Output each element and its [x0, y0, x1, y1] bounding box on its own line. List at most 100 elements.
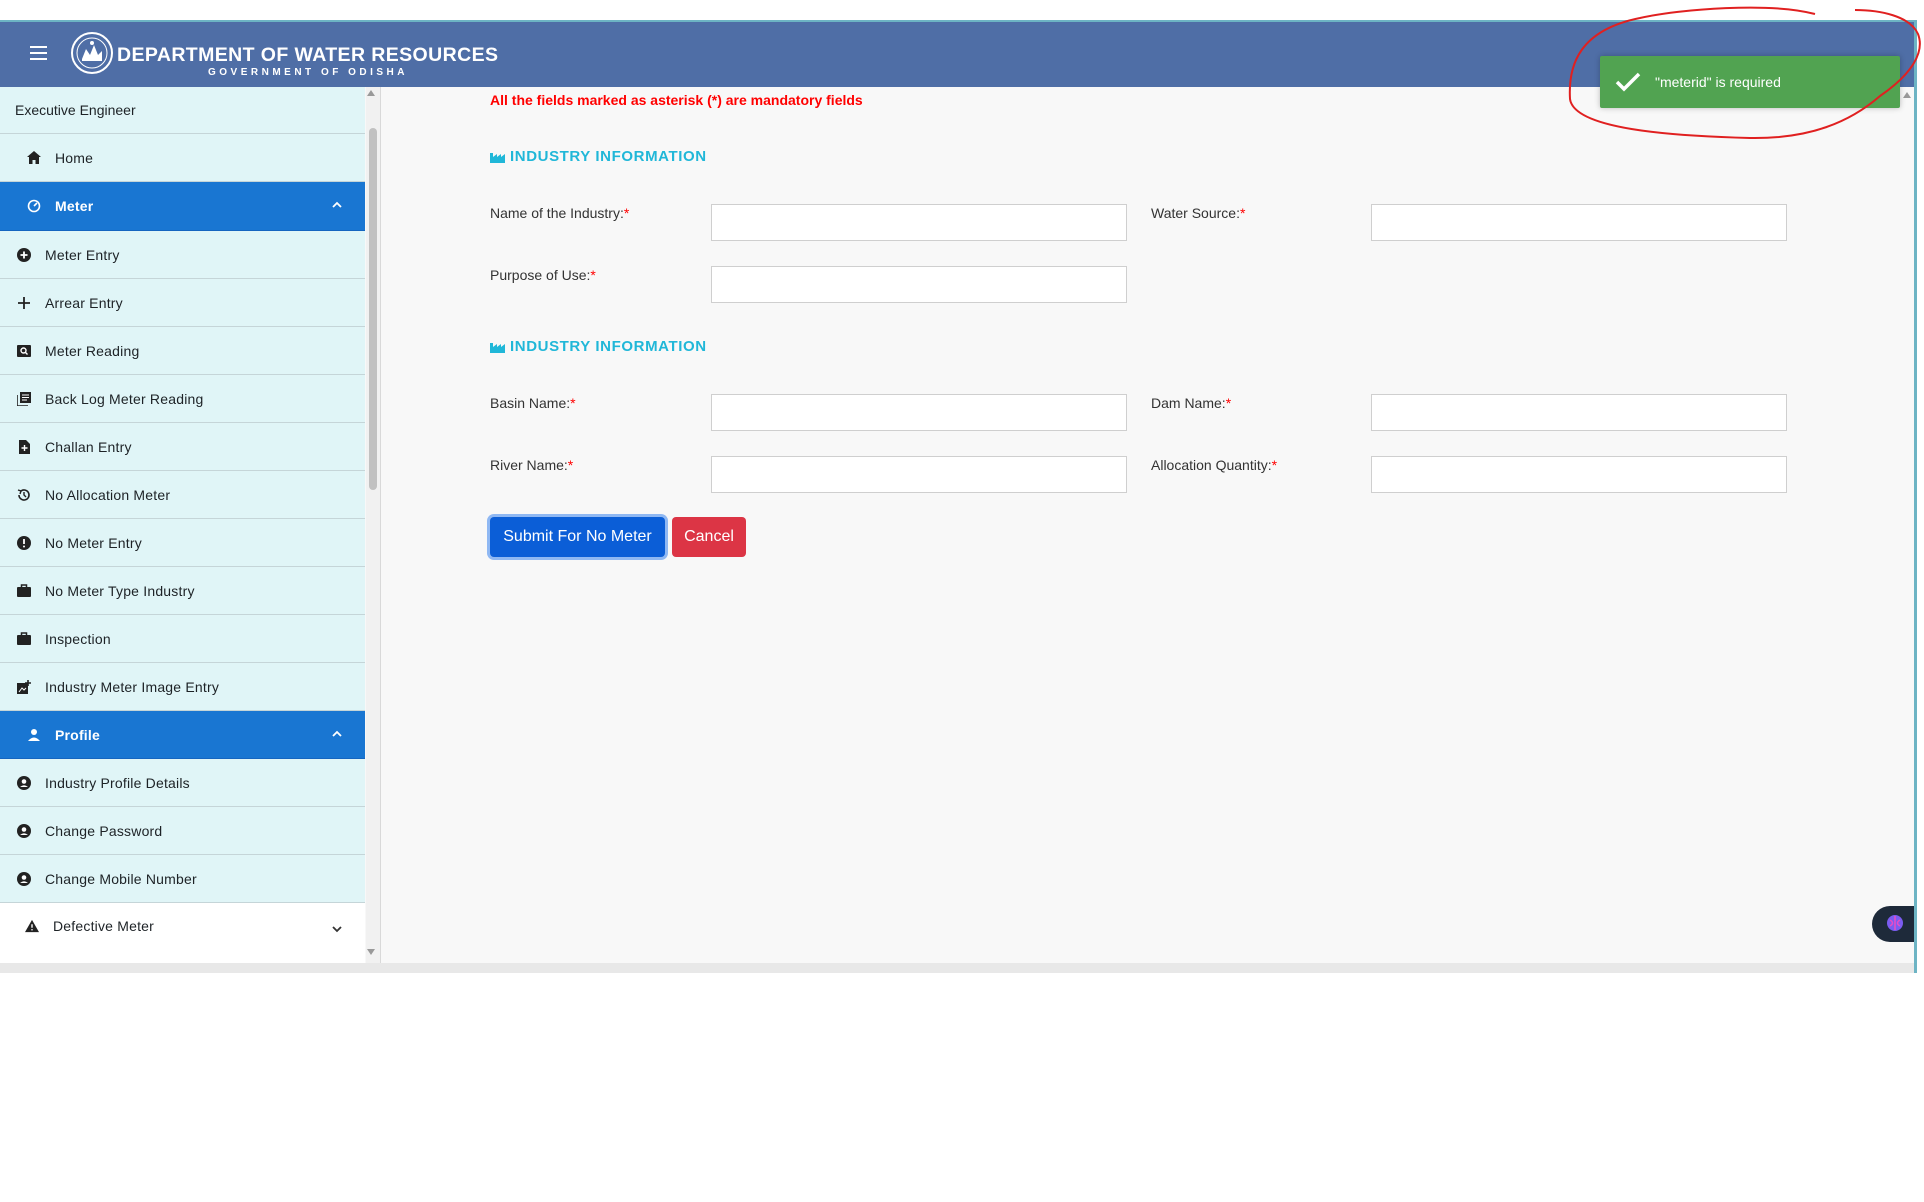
industry-name-input[interactable]: [711, 204, 1127, 241]
purpose-input[interactable]: [711, 266, 1127, 303]
label-text: Allocation Quantity:: [1151, 457, 1272, 473]
sidebar-item-label: Inspection: [45, 630, 111, 647]
chevron-up-icon: [332, 730, 342, 737]
water-source-input[interactable]: [1371, 204, 1787, 241]
scroll-up-arrow-icon[interactable]: [367, 90, 375, 96]
user-role: Executive Engineer: [0, 87, 365, 134]
label-text: Name of the Industry:: [490, 205, 624, 221]
basin-name-label: Basin Name:*: [490, 395, 576, 411]
sidebar-group-label: Meter: [55, 198, 94, 214]
sidebar-group-meter[interactable]: Meter: [0, 182, 365, 231]
sidebar-item-label: No Allocation Meter: [45, 486, 171, 503]
river-name-input[interactable]: [711, 456, 1127, 493]
sidebar-scrollbar-thumb[interactable]: [369, 128, 377, 490]
chevron-up-icon: [332, 201, 342, 208]
mandatory-fields-notice: All the fields marked as asterisk (*) ar…: [490, 92, 863, 108]
sidebar-group-profile[interactable]: Profile: [0, 711, 365, 759]
required-mark: *: [623, 205, 630, 221]
add-photo-icon: [17, 679, 31, 694]
sidebar-item-label: Challan Entry: [45, 438, 132, 455]
sidebar-item-label: Meter Reading: [45, 342, 140, 359]
plus-circle-icon: [17, 247, 31, 262]
sidebar-item-inspection[interactable]: Inspection: [0, 615, 365, 663]
required-mark: *: [570, 395, 576, 411]
cancel-button[interactable]: Cancel: [672, 517, 746, 557]
section-title-industry: INDUSTRY INFORMATION: [490, 148, 707, 165]
purpose-label: Purpose of Use:*: [490, 267, 596, 283]
water-source-label: Water Source:*: [1151, 205, 1245, 221]
sidebar-item-label: Industry Profile Details: [45, 774, 190, 791]
person-icon: [27, 728, 41, 742]
dam-name-label: Dam Name:*: [1151, 395, 1231, 411]
sidebar-item-home[interactable]: Home: [0, 134, 365, 182]
sidebar-item-label: No Meter Entry: [45, 534, 142, 551]
briefcase-icon: [17, 584, 31, 598]
label-text: Purpose of Use:: [490, 267, 591, 283]
sidebar-item-no-meter-type-industry[interactable]: No Meter Type Industry: [0, 567, 365, 615]
department-subtitle: GOVERNMENT OF ODISHA: [208, 67, 409, 78]
label-text: Basin Name:: [490, 395, 571, 411]
warning-icon: [25, 919, 39, 933]
required-mark: *: [1271, 457, 1278, 473]
briefcase-icon: [17, 632, 31, 646]
sidebar-item-label: Meter Entry: [45, 246, 120, 263]
sidebar-item-meter-entry[interactable]: Meter Entry: [0, 231, 365, 279]
alert-circle-icon: [17, 535, 31, 550]
sidebar-item-meter-image-entry[interactable]: Industry Meter Image Entry: [0, 663, 365, 711]
sidebar-divider: [380, 87, 381, 963]
sidebar-item-industry-profile[interactable]: Industry Profile Details: [0, 759, 365, 807]
factory-icon: [490, 152, 505, 163]
section-title-text: INDUSTRY INFORMATION: [510, 148, 707, 165]
label-text: River Name:: [490, 457, 568, 473]
sidebar-item-label: Industry Meter Image Entry: [45, 678, 220, 695]
required-mark: *: [1225, 395, 1232, 411]
toast-message: "meterid" is required: [1655, 74, 1781, 90]
sidebar-item-challan-entry[interactable]: Challan Entry: [0, 423, 365, 471]
account-circle-icon: [17, 823, 31, 838]
menu-icon[interactable]: [30, 46, 47, 60]
footer-strip: [0, 963, 1914, 973]
library-books-icon: [17, 391, 31, 406]
page-scroll-up-arrow-icon[interactable]: [1903, 92, 1911, 98]
app-window: DEPARTMENT OF WATER RESOURCES GOVERNMENT…: [0, 20, 1917, 973]
sidebar-item-no-meter-entry[interactable]: No Meter Entry: [0, 519, 365, 567]
section-title-industry-2: INDUSTRY INFORMATION: [490, 338, 707, 355]
sidebar-group-label: Defective Meter: [53, 918, 155, 934]
checkmark-icon: [1615, 72, 1641, 92]
sidebar-item-backlog-reading[interactable]: Back Log Meter Reading: [0, 375, 365, 423]
allocation-quantity-label: Allocation Quantity:*: [1151, 457, 1277, 473]
odisha-emblem-icon: [71, 32, 113, 74]
label-text: Dam Name:: [1151, 395, 1226, 411]
sidebar-item-label: No Meter Type Industry: [45, 582, 195, 599]
sidebar-item-arrear-entry[interactable]: Arrear Entry: [0, 279, 365, 327]
required-mark: *: [590, 267, 596, 283]
dam-name-input[interactable]: [1371, 394, 1787, 431]
scroll-down-arrow-icon[interactable]: [367, 949, 375, 955]
sidebar-group-defective-meter[interactable]: Defective Meter: [0, 903, 365, 949]
plus-icon: [17, 296, 31, 310]
chevron-down-icon: [332, 926, 342, 933]
required-mark: *: [1239, 205, 1246, 221]
sidebar-item-label: Arrear Entry: [45, 294, 123, 311]
basin-name-input[interactable]: [711, 394, 1127, 431]
account-circle-icon: [17, 775, 31, 790]
label-text: Water Source:: [1151, 205, 1240, 221]
assistant-widget-button[interactable]: [1872, 906, 1914, 942]
sidebar-item-change-password[interactable]: Change Password: [0, 807, 365, 855]
brain-icon: [1887, 915, 1903, 931]
home-icon: [27, 151, 41, 165]
validation-toast[interactable]: "meterid" is required: [1600, 56, 1900, 108]
submit-no-meter-button[interactable]: Submit For No Meter: [490, 517, 665, 557]
sidebar-item-meter-reading[interactable]: Meter Reading: [0, 327, 365, 375]
required-mark: *: [567, 457, 574, 473]
account-circle-icon: [17, 871, 31, 886]
sidebar-item-label: Change Mobile Number: [45, 870, 197, 887]
sidebar-item-label: Back Log Meter Reading: [45, 390, 204, 407]
allocation-quantity-input[interactable]: [1371, 456, 1787, 493]
sidebar-item-change-mobile[interactable]: Change Mobile Number: [0, 855, 365, 903]
sidebar-item-label: Home: [55, 149, 94, 166]
meter-icon: [27, 199, 41, 213]
file-icon: [17, 439, 31, 454]
river-name-label: River Name:*: [490, 457, 573, 473]
sidebar-item-no-allocation-meter[interactable]: No Allocation Meter: [0, 471, 365, 519]
